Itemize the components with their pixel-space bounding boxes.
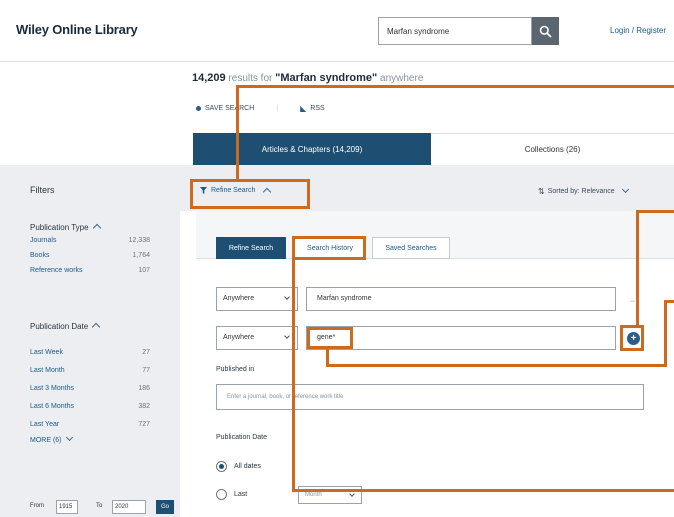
rss-label: RSS [310,105,325,112]
from-year-input[interactable]: 1915 [56,500,78,514]
publication-date-form-label: Publication Date [216,434,267,441]
add-row-plus-icon[interactable]: + [627,332,640,345]
radio-last[interactable] [216,489,227,500]
filter-reference-works[interactable]: Reference works [30,267,83,274]
annotation-line-refine-horizontal [236,85,674,88]
filter-last-month[interactable]: Last Month [30,367,65,374]
filter-books[interactable]: Books [30,252,49,259]
sort-dropdown[interactable]: ⇅ Sorted by: Relevance [538,185,629,196]
refine-search-toggle[interactable]: Refine Search [200,187,272,196]
publication-type-heading[interactable]: Publication Type [30,223,101,233]
radio-all-dates-label: All dates [234,463,261,470]
filter-journals[interactable]: Journals [30,237,56,244]
results-scope: anywhere [377,73,424,84]
chevron-down-icon [65,433,73,442]
filter-more-label: MORE (6) [30,437,62,444]
chevron-up-icon [92,322,101,332]
to-label: To [96,503,103,509]
results-summary: 14,209 results for "Marfan syndrome" any… [192,72,423,84]
filter-last-year[interactable]: Last Year [30,421,59,428]
results-query: "Marfan syndrome" [275,72,378,84]
tab-refine-search[interactable]: Refine Search [216,237,286,259]
sort-label: Sorted by: Relevance [547,188,615,195]
publication-type-label: Publication Type [30,223,89,232]
search-term-input-2[interactable]: gene* [306,326,616,350]
tab-search-history[interactable]: Search History [294,237,366,259]
filter-books-count: 1,764 [132,252,150,259]
filter-last-month-count: 77 [142,367,150,374]
filters-title: Filters [30,185,55,195]
filter-last-6-months[interactable]: Last 6 Months [30,403,74,410]
filter-reference-works-count: 107 [138,267,150,274]
login-link[interactable]: Login / Register [610,26,666,35]
filter-last-week[interactable]: Last Week [30,349,63,356]
field-select-2-value: Anywhere [223,334,255,341]
filter-more-link[interactable]: MORE (6) [30,433,73,444]
filter-last-year-count: 727 [138,421,150,428]
filter-last-3-months-count: 186 [138,385,150,392]
sort-icon: ⇅ [538,187,545,196]
results-count: 14,209 [192,72,226,84]
publication-date-heading[interactable]: Publication Date [30,322,101,332]
tab-collections[interactable]: Collections (26) [431,133,674,165]
filter-journals-count: 12,338 [128,237,150,244]
chevron-down-icon [284,333,290,339]
save-search-icon [196,106,201,111]
filter-icon [200,187,207,194]
radio-all-dates[interactable] [216,461,227,472]
tab-saved-searches[interactable]: Saved Searches [372,237,450,259]
filters-content: Filters Publication Type Journals 12,338… [0,165,180,517]
month-select-value: Month [305,492,322,498]
publication-date-label: Publication Date [30,322,89,331]
actions-divider: | [276,105,279,112]
date-range-go-button[interactable]: Go [156,500,174,514]
filter-last-6-months-count: 382 [138,403,150,410]
published-in-input[interactable]: Enter a journal, book, or reference work… [216,384,644,410]
save-search-label: SAVE SEARCH [205,105,255,112]
search-term-input-1[interactable]: Marfan syndrome [306,287,616,311]
chevron-down-icon [349,491,355,497]
field-select-1-value: Anywhere [223,295,255,302]
chevron-up-icon [92,223,101,233]
filter-last-week-count: 27 [142,349,150,356]
published-in-label: Published in [216,366,255,373]
field-select-2[interactable]: Anywhere [216,326,298,350]
filter-last-3-months[interactable]: Last 3 Months [30,385,74,392]
from-label: From [30,503,44,509]
chevron-down-icon [284,294,290,300]
results-actions: SAVE SEARCH | ◣ RSS [196,104,325,113]
results-mid-text: results for [225,73,276,84]
quick-search-input[interactable]: Marfan syndrome [378,17,532,45]
search-button[interactable] [532,17,559,45]
month-select[interactable]: Month [298,486,362,504]
rss-link[interactable]: ◣ RSS [300,104,325,113]
save-search-link[interactable]: SAVE SEARCH [196,105,254,112]
field-select-1[interactable]: Anywhere [216,287,298,311]
site-header: Wiley Online Library Marfan syndrome Log… [0,0,674,62]
rss-icon: ◣ [300,104,307,113]
remove-row-icon[interactable]: − [630,296,635,306]
site-logo[interactable]: Wiley Online Library [16,22,138,37]
search-icon [539,25,552,38]
radio-last-label: Last [234,491,248,498]
to-year-input[interactable]: 2020 [112,500,146,514]
refine-search-label: Refine Search [211,187,256,194]
tab-articles-chapters[interactable]: Articles & Chapters (14,209) [193,133,431,165]
chevron-down-icon [621,185,629,194]
